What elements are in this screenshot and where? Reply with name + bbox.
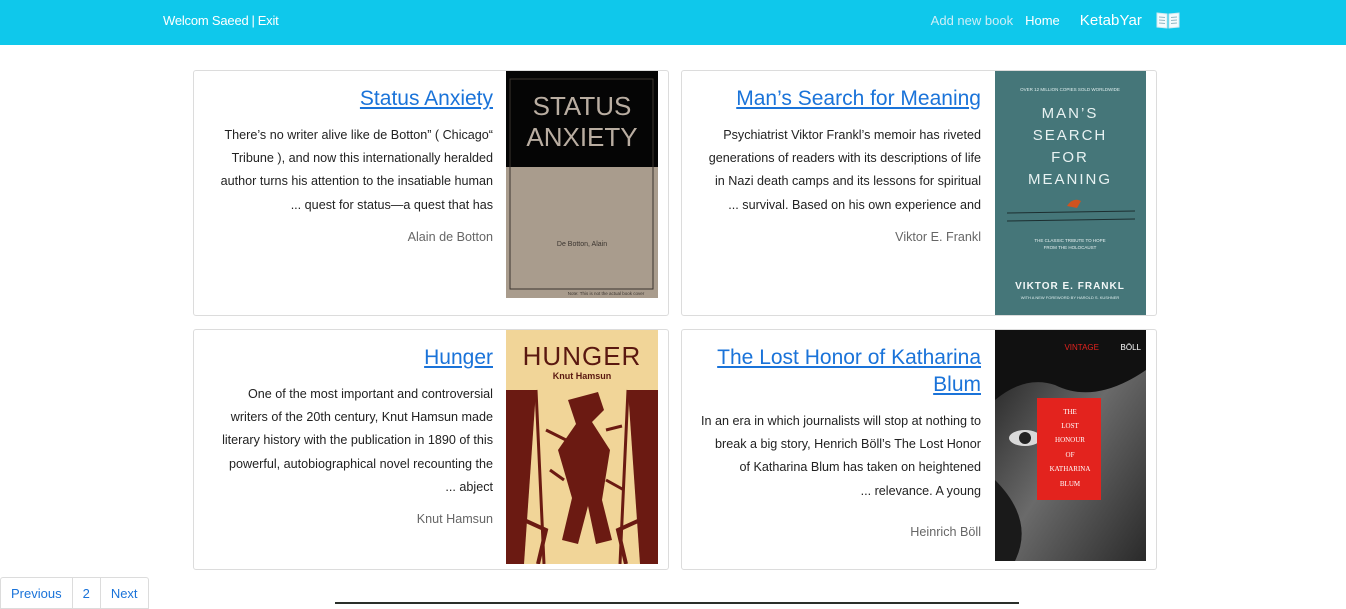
book-card: Status Anxiety There’s no writer alive l… xyxy=(193,70,669,316)
cover-title-line: THE xyxy=(1063,408,1077,416)
book-description: Psychiatrist Viktor Frankl’s memoir has … xyxy=(692,124,981,217)
description-line: In an era in which journalists will stop… xyxy=(700,414,981,428)
book-title-link[interactable]: Hunger xyxy=(204,344,493,371)
cover-tagline: THE CLASSIC TRIBUTE TO HOPE xyxy=(1034,238,1105,243)
book-title-link[interactable]: The Lost Honor of Katharina Blum xyxy=(692,344,981,398)
book-title-link[interactable]: Man’s Search for Meaning xyxy=(692,85,981,112)
description-line: of Katharina Blum has taken on heightene… xyxy=(739,460,981,475)
cover-publisher: VINTAGE xyxy=(1064,343,1099,352)
cover-title-line: FOR xyxy=(1051,149,1089,166)
home-link[interactable]: Home xyxy=(1025,13,1060,28)
cover-author: Knut Hamsun xyxy=(553,371,612,381)
description-line: literary history with the publication in… xyxy=(222,433,493,448)
separator: | xyxy=(251,13,255,28)
cover-title-line: OF xyxy=(1066,451,1075,459)
cover-title-line: MAN’S xyxy=(1042,105,1099,122)
description-line: powerful, autobiographical novel recount… xyxy=(229,456,493,471)
description-line: One of the most important and controvers… xyxy=(247,387,493,401)
add-new-book-link[interactable]: Add new book xyxy=(931,13,1013,28)
book-cover-image[interactable]: VINTAGE BÖLL THE LOST HONOUR OF KATHARIN… xyxy=(995,330,1146,561)
cover-title-line: LOST xyxy=(1061,422,1079,430)
cover-title: HUNGER xyxy=(523,341,642,371)
book-author: Viktor E. Frankl xyxy=(895,229,981,244)
description-line: generations of readers with its descript… xyxy=(708,151,981,166)
book-description: In an era in which journalists will stop… xyxy=(692,410,981,503)
book-cover-image[interactable]: HUNGER Knut Hamsun xyxy=(506,330,658,564)
cover-tagline: OVER 12 MILLION COPIES SOLD WORLDWIDE xyxy=(1020,87,1120,92)
book-cover-image[interactable]: STATUS ANXIETY De Botton, Alain Note: Th… xyxy=(506,71,658,298)
cover-title-line: HONOUR xyxy=(1055,436,1085,444)
book-title-link[interactable]: Status Anxiety xyxy=(204,85,493,112)
cover-title-line: MEANING xyxy=(1028,171,1112,188)
cover-author: VIKTOR E. FRANKL xyxy=(1015,281,1125,292)
exit-link[interactable]: Exit xyxy=(258,13,279,28)
description-line: ... relevance. A young xyxy=(860,483,981,498)
cover-author: De Botton, Alain xyxy=(557,241,607,248)
open-book-icon xyxy=(1156,12,1180,29)
description-line: author turns his attention to the insati… xyxy=(220,174,493,189)
book-info: Status Anxiety There’s no writer alive l… xyxy=(204,85,493,244)
brand-name[interactable]: KetabYar xyxy=(1080,12,1142,29)
cover-note: Note: This is not the actual book cover xyxy=(568,291,645,296)
book-info: Man’s Search for Meaning Psychiatrist Vi… xyxy=(692,85,981,244)
user-greeting: Welcom Saeed | Exit xyxy=(163,13,279,28)
description-line: in Nazi death camps and its lessons for … xyxy=(715,174,981,189)
book-author: Heinrich Böll xyxy=(910,524,981,539)
book-card: Hunger One of the most important and con… xyxy=(193,329,669,570)
pagination: Previous 2 Next xyxy=(0,577,149,609)
description-line: writers of the 20th century, Knut Hamsun… xyxy=(230,410,493,425)
book-card: Man’s Search for Meaning Psychiatrist Vi… xyxy=(681,70,1157,316)
description-line: ... abject xyxy=(445,479,493,494)
description-line: There’s no writer alive like de Botton” … xyxy=(224,128,493,142)
book-card: The Lost Honor of Katharina Blum In an e… xyxy=(681,329,1157,570)
cover-foreword: WITH A NEW FOREWORD BY HAROLD S. KUSHNER xyxy=(1021,295,1120,300)
description-line: Psychiatrist Viktor Frankl’s memoir has … xyxy=(723,128,981,142)
book-info: Hunger One of the most important and con… xyxy=(204,344,493,526)
description-line: break a big story, Henrich Böll’s The Lo… xyxy=(715,437,981,452)
book-description: There’s no writer alive like de Botton” … xyxy=(204,124,493,217)
welcome-text: Welcom Saeed xyxy=(163,13,249,28)
book-info: The Lost Honor of Katharina Blum In an e… xyxy=(692,344,981,539)
description-line: ... survival. Based on his own experienc… xyxy=(728,197,981,212)
cover-title-line: STATUS xyxy=(533,91,632,121)
description-line: Tribune ), and now this internationally … xyxy=(231,151,493,166)
cover-author: BÖLL xyxy=(1121,343,1142,352)
nav-links: Add new book Home KetabYar xyxy=(931,10,1180,30)
book-cover-image[interactable]: OVER 12 MILLION COPIES SOLD WORLDWIDE MA… xyxy=(995,71,1146,315)
cover-title-line: BLUM xyxy=(1060,480,1081,488)
cover-title-line: ANXIETY xyxy=(526,122,637,152)
cover-title-line: KATHARINA xyxy=(1050,465,1091,473)
book-author: Alain de Botton xyxy=(407,229,493,244)
book-author: Knut Hamsun xyxy=(416,512,493,527)
cover-title-line: SEARCH xyxy=(1033,127,1108,144)
top-navbar: Welcom Saeed | Exit Add new book Home Ke… xyxy=(0,0,1346,45)
book-description: One of the most important and controvers… xyxy=(204,383,493,499)
description-line: ... quest for status—a quest that has xyxy=(290,197,493,212)
cover-tagline: FROM THE HOLOCAUST xyxy=(1044,245,1097,250)
